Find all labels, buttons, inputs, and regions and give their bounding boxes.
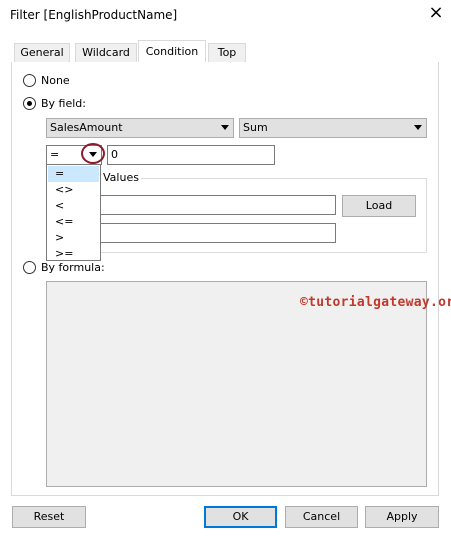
operator-option[interactable]: < xyxy=(48,198,99,214)
none-label: None xyxy=(41,74,70,87)
values-group-label: Values xyxy=(101,171,141,184)
by-field-radio[interactable] xyxy=(23,97,36,110)
apply-button[interactable]: Apply xyxy=(365,506,439,528)
by-field-label: By field: xyxy=(41,97,86,110)
reset-button[interactable]: Reset xyxy=(12,506,86,528)
by-formula-radio[interactable] xyxy=(23,261,36,274)
tab-general[interactable]: General xyxy=(14,43,70,63)
load-button[interactable]: Load xyxy=(342,195,416,217)
condition-value-input[interactable]: 0 xyxy=(107,145,275,165)
tab-condition[interactable]: Condition xyxy=(138,40,206,63)
chevron-down-icon xyxy=(414,125,422,130)
operator-option[interactable]: >= xyxy=(48,246,99,262)
operator-option[interactable]: <= xyxy=(48,214,99,230)
operator-option[interactable]: = xyxy=(48,166,99,182)
cancel-button[interactable]: Cancel xyxy=(285,506,358,528)
operator-select-value: = xyxy=(50,148,60,161)
ok-button[interactable]: OK xyxy=(204,506,277,528)
close-icon[interactable]: × xyxy=(428,4,444,22)
tab-top[interactable]: Top xyxy=(208,43,246,63)
tab-wildcard[interactable]: Wildcard xyxy=(75,43,137,63)
radio-selected-dot xyxy=(27,101,32,106)
field-select-value: SalesAmount xyxy=(50,121,123,134)
operator-dropdown-list: = <> < <= > >= xyxy=(46,164,101,261)
aggregate-select[interactable]: Sum xyxy=(239,118,427,138)
operator-option[interactable]: <> xyxy=(48,182,99,198)
aggregate-select-value: Sum xyxy=(243,121,268,134)
none-radio[interactable] xyxy=(23,74,36,87)
watermark: ©tutorialgateway.org xyxy=(300,295,451,310)
field-select[interactable]: SalesAmount xyxy=(46,118,234,138)
operator-option[interactable]: > xyxy=(48,230,99,246)
by-formula-label: By formula: xyxy=(41,261,105,274)
chevron-down-icon xyxy=(221,125,229,130)
annotation-circle xyxy=(81,143,105,164)
formula-editor[interactable] xyxy=(46,281,427,487)
window-title: Filter [EnglishProductName] xyxy=(10,8,178,22)
